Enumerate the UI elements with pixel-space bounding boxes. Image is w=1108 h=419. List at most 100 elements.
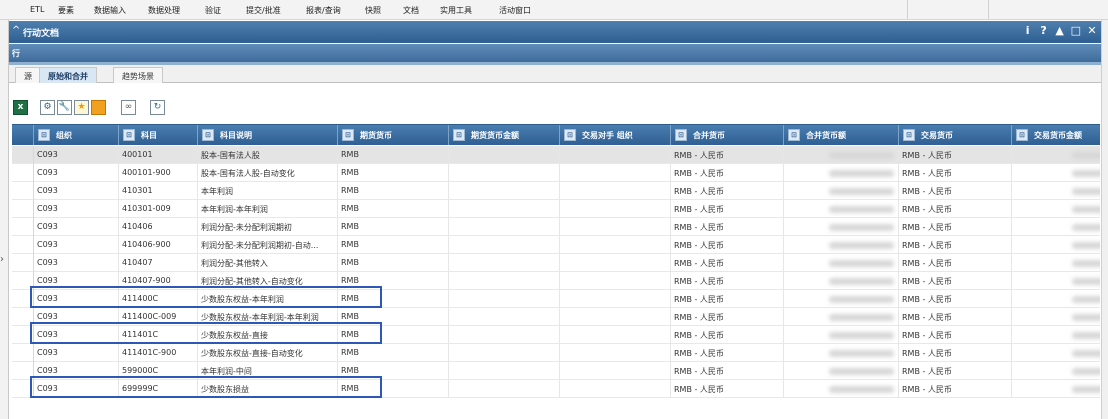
refresh-icon[interactable]: ↻: [150, 100, 165, 115]
table-row[interactable]: C093 411401C-900 少数股东权益-直接-自动变化 RMB RMB - 人民…: [12, 344, 1100, 362]
redacted-value: [829, 224, 894, 231]
header-row-index: [12, 125, 34, 145]
org-cell: C093: [34, 380, 119, 398]
account-desc-cell: 利润分配-其他转入-自动变化: [198, 272, 338, 290]
org-cell: C093: [34, 254, 119, 272]
table-row[interactable]: C093 410406 利润分配-未分配利润期初 RMB RMB - 人民币 RMB - …: [12, 218, 1100, 236]
excel-icon[interactable]: x: [13, 100, 28, 115]
table-row[interactable]: C093 400101-900 股本-国有法人股-自动变化 RMB RMB - 人民币 R…: [12, 164, 1100, 182]
counterparty-cell: [560, 200, 671, 218]
help-icon[interactable]: ?: [1039, 24, 1049, 37]
tab-original-and-consolidated[interactable]: 原始和合并: [39, 67, 97, 83]
row-section-header: 行: [9, 44, 1101, 62]
close-icon[interactable]: ✕: [1087, 24, 1097, 37]
left-panel-edge: [0, 20, 9, 419]
counterparty-cell: [560, 380, 671, 398]
table-row[interactable]: C093 411400C-009 少数股东权益-本年利润-本年利润 RMB RMB - …: [12, 308, 1100, 326]
header-org[interactable]: ⊡ 组织: [34, 125, 119, 145]
account-cell: 410301-009: [119, 200, 198, 218]
header-transaction-amount[interactable]: ⊡ 交易货币金额: [1012, 125, 1100, 145]
orange-square-icon[interactable]: [91, 100, 106, 115]
header-account[interactable]: ⊡ 科目: [119, 125, 198, 145]
consolidated-currency-cell: RMB - 人民币: [671, 182, 784, 200]
row-index-cell: [12, 182, 34, 200]
redacted-value: [829, 350, 894, 357]
redacted-value: [829, 368, 894, 375]
header-consolidated-amount[interactable]: ⊡ 合并货币额: [784, 125, 899, 145]
column-filter-icon[interactable]: ⊡: [675, 129, 687, 141]
tab-source[interactable]: 源: [15, 67, 41, 83]
menu-item-data-input[interactable]: 数据输入: [94, 5, 126, 16]
column-filter-icon[interactable]: ⊡: [564, 129, 576, 141]
redacted-value: [1072, 188, 1100, 195]
header-period-currency[interactable]: ⊡ 期货货币: [338, 125, 449, 145]
transaction-amount-cell: [1012, 200, 1100, 218]
table-row[interactable]: C093 400101 股本-国有法人股 RMB RMB - 人民币 RMB - 人民币: [12, 146, 1100, 164]
transaction-currency-cell: RMB - 人民币: [899, 146, 1012, 164]
org-cell: C093: [34, 236, 119, 254]
menu-item-data-processing[interactable]: 数据处理: [148, 5, 180, 16]
row-index-cell: [12, 362, 34, 380]
column-filter-icon[interactable]: ⊡: [342, 129, 354, 141]
redacted-value: [829, 242, 894, 249]
menu-item-utilities[interactable]: 实用工具: [440, 5, 472, 16]
redacted-value: [829, 152, 894, 159]
collapse-caret-icon[interactable]: ^: [12, 25, 20, 36]
maximize-icon[interactable]: □: [1071, 24, 1081, 37]
table-row[interactable]: C093 699999C 少数股东损益 RMB RMB - 人民币 RMB - 人民币: [12, 380, 1100, 398]
header-counterparty-org[interactable]: ⊡ 交易对手 组织: [560, 125, 671, 145]
table-row[interactable]: C093 410407 利润分配-其他转入 RMB RMB - 人民币 RMB - 人民币: [12, 254, 1100, 272]
header-period-currency-amount[interactable]: ⊡ 期货货币金额: [449, 125, 560, 145]
menu-item-reports[interactable]: 报表/查询: [306, 5, 341, 16]
table-row[interactable]: C093 410301-009 本年利润-本年利润 RMB RMB - 人民币 RMB -…: [12, 200, 1100, 218]
link-icon[interactable]: ∞: [121, 100, 136, 115]
header-transaction-currency[interactable]: ⊡ 交易货币: [899, 125, 1012, 145]
account-desc-cell: 本年利润-中间: [198, 362, 338, 380]
transaction-currency-cell: RMB - 人民币: [899, 380, 1012, 398]
column-filter-icon[interactable]: ⊡: [788, 129, 800, 141]
info-icon[interactable]: i: [1023, 24, 1033, 37]
redacted-value: [1072, 386, 1100, 393]
menu-item-etl[interactable]: ETL: [30, 5, 44, 14]
column-filter-icon[interactable]: ⊡: [202, 129, 214, 141]
column-filter-icon[interactable]: ⊡: [1016, 129, 1028, 141]
menu-item-documents[interactable]: 文档: [403, 5, 419, 16]
star-icon[interactable]: ★: [74, 100, 89, 115]
tab-trend-scenario[interactable]: 趋势场景: [113, 67, 163, 83]
consolidated-amount-cell: [784, 236, 899, 254]
window-title-bar: ^ 行动文档 i ? ▲ □ ✕: [9, 21, 1101, 43]
transaction-currency-cell: RMB - 人民币: [899, 308, 1012, 326]
table-row[interactable]: C093 410406-900 利润分配-未分配利润期初-自动... RMB RMB -…: [12, 236, 1100, 254]
menu-item-active-window[interactable]: 活动窗口: [499, 5, 531, 16]
table-row[interactable]: C093 411400C 少数股东权益-本年利润 RMB RMB - 人民币 RMB - …: [12, 290, 1100, 308]
row-index-cell: [12, 236, 34, 254]
collapse-icon[interactable]: ▲: [1055, 24, 1065, 37]
consolidated-currency-cell: RMB - 人民币: [671, 254, 784, 272]
transaction-amount-cell: [1012, 182, 1100, 200]
consolidated-currency-cell: RMB - 人民币: [671, 344, 784, 362]
header-consolidated-currency[interactable]: ⊡ 合并货币: [671, 125, 784, 145]
column-filter-icon[interactable]: ⊡: [453, 129, 465, 141]
transaction-amount-cell: [1012, 218, 1100, 236]
menu-item-snapshot[interactable]: 快照: [365, 5, 381, 16]
tab-bar: 源 原始和合并 趋势场景: [9, 65, 1101, 83]
column-filter-icon[interactable]: ⊡: [123, 129, 135, 141]
header-account-desc[interactable]: ⊡ 科目说明: [198, 125, 338, 145]
consolidated-amount-cell: [784, 146, 899, 164]
column-filter-icon[interactable]: ⊡: [903, 129, 915, 141]
redacted-value: [829, 278, 894, 285]
transaction-amount-cell: [1012, 380, 1100, 398]
menu-item-submit-approve[interactable]: 提交/批准: [246, 5, 281, 16]
period-amount-cell: [449, 236, 560, 254]
table-row[interactable]: C093 410407-900 利润分配-其他转入-自动变化 RMB RMB - 人民币…: [12, 272, 1100, 290]
period-currency-cell: RMB: [338, 254, 449, 272]
table-row[interactable]: C093 411401C 少数股东权益-直接 RMB RMB - 人民币 RMB - 人民…: [12, 326, 1100, 344]
menu-item-validation[interactable]: 验证: [205, 5, 221, 16]
table-row[interactable]: C093 410301 本年利润 RMB RMB - 人民币 RMB - 人民币: [12, 182, 1100, 200]
gear-icon[interactable]: ⚙: [40, 100, 55, 115]
menu-item-elements[interactable]: 要素: [58, 5, 74, 16]
row-index-cell: [12, 164, 34, 182]
wrench-icon[interactable]: 🔧: [57, 100, 72, 115]
column-filter-icon[interactable]: ⊡: [38, 129, 50, 141]
table-row[interactable]: C093 599000C 本年利润-中间 RMB RMB - 人民币 RMB - 人民币: [12, 362, 1100, 380]
